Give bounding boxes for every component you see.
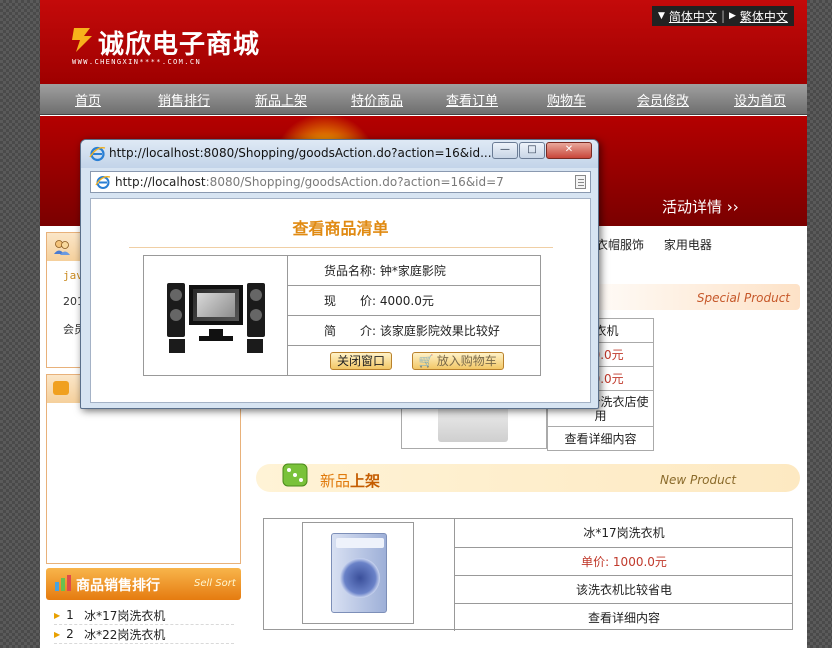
new-product-detail-link[interactable]: 查看详细内容	[454, 603, 793, 631]
home-theater-image	[160, 270, 271, 361]
nav-item-new-products[interactable]: 新品上架	[255, 90, 307, 109]
site-header: 诚欣电子商城 WWW.CHENGXIN****.COM.CN ▼ 简体中文 | …	[40, 0, 807, 84]
site-logo-subtitle: WWW.CHENGXIN****.COM.CN	[72, 58, 202, 66]
new-product-name: 冰*17岗洗衣机	[454, 519, 793, 548]
document-icon[interactable]	[575, 175, 586, 189]
rank-number: 2	[66, 627, 74, 641]
category-links: 衣帽服饰 家用电器	[596, 236, 728, 253]
sales-ranking-title: 商品销售排行	[76, 578, 160, 594]
nav-item-special-products[interactable]: 特价商品	[351, 90, 403, 109]
goods-name: 货品名称: 钟*家庭影院	[287, 255, 541, 286]
rank-number: 1	[66, 608, 74, 622]
new-product-price: 单价: 1000.0元	[454, 547, 793, 576]
ie-icon	[89, 146, 106, 162]
nav-item-sales-ranking[interactable]: 销售排行	[158, 90, 210, 109]
nav-item-cart[interactable]: 购物车	[547, 90, 586, 109]
subwoofer-left	[168, 338, 185, 353]
ie-page-icon	[95, 176, 111, 189]
maximize-button[interactable]: □	[519, 142, 545, 159]
cart-icon: 🛒	[418, 353, 434, 368]
minimize-button[interactable]: —	[492, 142, 518, 159]
arrow-right-icon: ▶	[54, 629, 61, 639]
nav-item-set-homepage[interactable]: 设为首页	[734, 90, 786, 109]
nav-item-orders[interactable]: 查看订单	[446, 90, 498, 109]
bar-chart-icon	[55, 575, 71, 591]
goods-actions: 关闭窗口 🛒 放入购物车	[287, 345, 541, 376]
heading-divider	[129, 247, 553, 248]
goods-detail-table: 货品名称: 钟*家庭影院 现 价: 4000.0元 简 介: 该家庭影院效果比较…	[143, 255, 541, 376]
activity-details-link[interactable]: 活动详情 ››	[662, 196, 739, 217]
language-switcher: ▼ 简体中文 | ▶ 繁体中文	[652, 6, 794, 26]
list-item[interactable]: ▶ 2 冰*22岗洗衣机	[54, 625, 234, 644]
goods-image-cell	[143, 255, 288, 376]
sales-ranking-list: ▶ 1 冰*17岗洗衣机 ▶ 2 冰*22岗洗衣机	[54, 606, 234, 644]
tv-screen	[188, 284, 243, 325]
caret-right-icon: ▶	[728, 11, 736, 21]
special-products-subtitle: Special Product	[696, 291, 790, 305]
popup-content: 查看商品清单 货品名称: 钟*家庭影院 现 价: 4000.0元 简 介: 该家…	[90, 198, 591, 403]
users-icon	[54, 240, 70, 255]
new-products-title: 新品上架	[320, 472, 381, 490]
main-nav: 首页 销售排行 新品上架 特价商品 查看订单 购物车 会员修改 设为首页	[40, 84, 807, 115]
sales-ranking-subtitle: Sell Sort	[194, 578, 236, 589]
caret-down-icon: ▼	[658, 11, 665, 21]
washer-door	[340, 558, 380, 598]
speaker-left	[166, 282, 185, 337]
special-product-image[interactable]	[401, 400, 547, 449]
new-products-subtitle: New Product	[660, 473, 737, 487]
logo-mark-icon	[72, 28, 92, 52]
add-to-cart-button[interactable]: 🛒 放入购物车	[411, 351, 504, 370]
site-logo-text[interactable]: 诚欣电子商城	[98, 24, 260, 61]
washer-panel	[336, 538, 384, 548]
new-products-header: 新品上架 New Product	[256, 463, 800, 492]
speaker-right	[246, 282, 265, 337]
rank-product-name[interactable]: 冰*17岗洗衣机	[84, 607, 165, 624]
new-product-card: 冰*17岗洗衣机 单价: 1000.0元 该洗衣机比较省电 查看详细内容	[263, 518, 793, 631]
goods-intro: 简 介: 该家庭影院效果比较好	[287, 315, 541, 346]
add-to-cart-label: 放入购物车	[436, 353, 497, 368]
washer-image	[331, 533, 387, 613]
popup-heading: 查看商品清单	[292, 219, 389, 238]
list-item[interactable]: ▶ 1 冰*17岗洗衣机	[54, 606, 234, 625]
speaker-icon	[53, 381, 69, 395]
nav-item-home[interactable]: 首页	[75, 90, 101, 109]
traditional-chinese-link[interactable]: 繁体中文	[740, 8, 788, 25]
close-window-button[interactable]: ✕	[546, 142, 592, 159]
category-clothing[interactable]: 衣帽服饰	[596, 238, 644, 252]
new-product-desc: 该洗衣机比较省电	[454, 575, 793, 604]
special-product-detail-link[interactable]: 查看详细内容	[547, 426, 654, 451]
category-appliances[interactable]: 家用电器	[664, 238, 712, 252]
new-product-image[interactable]	[302, 522, 414, 624]
simplified-chinese-link[interactable]: 简体中文	[669, 8, 717, 25]
rank-product-name[interactable]: 冰*22岗洗衣机	[84, 626, 165, 643]
sales-ranking-header: 商品销售排行 Sell Sort	[46, 568, 241, 600]
window-title: http://localhost:8080/Shopping/goodsActi…	[109, 146, 492, 160]
close-popup-button[interactable]: 关闭窗口	[330, 351, 393, 370]
address-url: http://localhost:8080/Shopping/goodsActi…	[115, 175, 504, 189]
subwoofer-right	[246, 338, 263, 353]
address-bar[interactable]: http://localhost:8080/Shopping/goodsActi…	[90, 171, 591, 193]
tv-base	[198, 335, 233, 341]
dice-icon	[282, 463, 308, 487]
new-product-table: 冰*17岗洗衣机 单价: 1000.0元 该洗衣机比较省电 查看详细内容	[454, 519, 793, 631]
separator: |	[720, 9, 725, 23]
arrow-right-icon: ▶	[54, 610, 61, 620]
popup-window: http://localhost:8080/Shopping/goodsActi…	[80, 139, 599, 409]
goods-price: 现 价: 4000.0元	[287, 285, 541, 316]
window-title-bar[interactable]: http://localhost:8080/Shopping/goodsActi…	[81, 140, 598, 168]
nav-item-member-edit[interactable]: 会员修改	[637, 90, 689, 109]
